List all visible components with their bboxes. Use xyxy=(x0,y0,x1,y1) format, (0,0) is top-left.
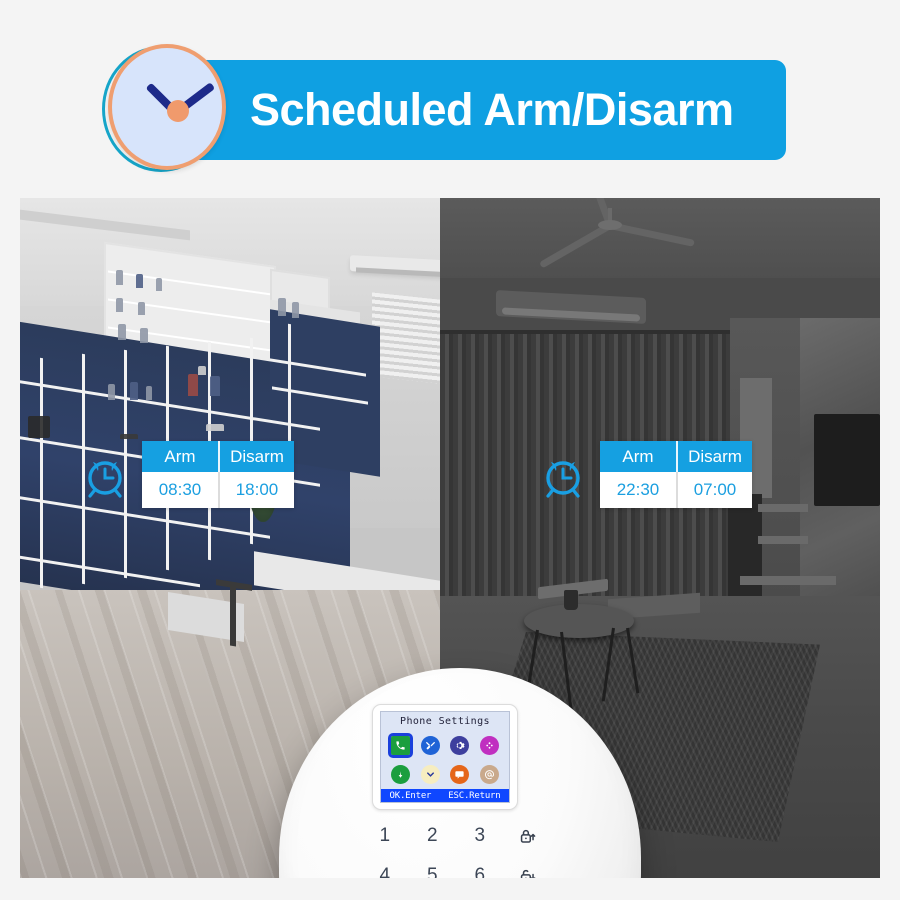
night-coffee-table xyxy=(524,604,634,638)
analog-clock-icon xyxy=(102,44,230,176)
night-schedule-table: Arm Disarm 22:30 07:00 xyxy=(600,441,752,508)
night-arm-time: 22:30 xyxy=(600,472,676,508)
lcd-screen: Phone Settings OK.Enter ESC.Return xyxy=(380,711,510,803)
split-scene-photo: Arm Disarm 08:30 18:00 Arm Disarm 22:30 … xyxy=(20,198,880,878)
gear-icon[interactable] xyxy=(450,736,470,755)
header-banner: Scheduled Arm/Disarm xyxy=(0,0,900,198)
ok-enter-hint: OK.Enter xyxy=(389,790,432,801)
night-television xyxy=(814,414,880,506)
key-4[interactable]: 4 xyxy=(361,856,409,878)
alarm-clock-icon xyxy=(538,450,588,500)
device-keypad: 1 2 3 4 5 6 xyxy=(361,816,551,878)
night-cup xyxy=(564,590,578,610)
column-header-disarm: Disarm xyxy=(218,441,294,472)
night-ceiling-fan xyxy=(598,220,622,230)
tools-icon[interactable] xyxy=(420,736,440,755)
column-header-arm: Arm xyxy=(142,441,218,472)
at-email-icon[interactable] xyxy=(479,765,499,784)
key-3[interactable]: 3 xyxy=(456,816,504,856)
table-row: 08:30 18:00 xyxy=(142,472,294,508)
phone-icon[interactable] xyxy=(388,733,414,758)
device-screen-bezel: Phone Settings OK.Enter ESC.Return xyxy=(372,704,518,810)
esc-return-hint: ESC.Return xyxy=(448,790,501,801)
table-header-row: Arm Disarm xyxy=(600,441,752,472)
product-feature-image: Scheduled Arm/Disarm Arm Disarm 08:30 18… xyxy=(0,0,900,900)
key-1[interactable]: 1 xyxy=(361,816,409,856)
night-schedule-widget: Arm Disarm 22:30 07:00 xyxy=(538,441,752,508)
table-header-row: Arm Disarm xyxy=(142,441,294,472)
lock-down-disarm-icon[interactable] xyxy=(504,856,552,878)
message-icon[interactable] xyxy=(450,765,470,784)
clock-center-hub xyxy=(167,100,189,122)
screen-status-bar: OK.Enter ESC.Return xyxy=(381,789,509,802)
dial-icon[interactable] xyxy=(479,736,499,755)
lock-up-arm-icon[interactable] xyxy=(504,816,552,856)
screen-title: Phone Settings xyxy=(400,716,490,727)
night-disarm-time: 07:00 xyxy=(676,472,752,508)
clock-face xyxy=(108,44,226,170)
screen-icon-grid xyxy=(381,731,509,789)
day-arm-time: 08:30 xyxy=(142,472,218,508)
day-schedule-widget: Arm Disarm 08:30 18:00 xyxy=(80,441,294,508)
day-side-table-leg xyxy=(230,583,236,647)
chevron-down-icon[interactable] xyxy=(420,765,440,784)
day-disarm-time: 18:00 xyxy=(218,472,294,508)
day-window-blind xyxy=(372,292,440,384)
key-6[interactable]: 6 xyxy=(456,856,504,878)
page-title: Scheduled Arm/Disarm xyxy=(250,84,734,135)
column-header-disarm: Disarm xyxy=(676,441,752,472)
key-2[interactable]: 2 xyxy=(409,816,457,856)
download-shield-icon[interactable] xyxy=(391,765,411,784)
key-5[interactable]: 5 xyxy=(409,856,457,878)
column-header-arm: Arm xyxy=(600,441,676,472)
alarm-clock-icon xyxy=(80,450,130,500)
table-row: 22:30 07:00 xyxy=(600,472,752,508)
day-schedule-table: Arm Disarm 08:30 18:00 xyxy=(142,441,294,508)
